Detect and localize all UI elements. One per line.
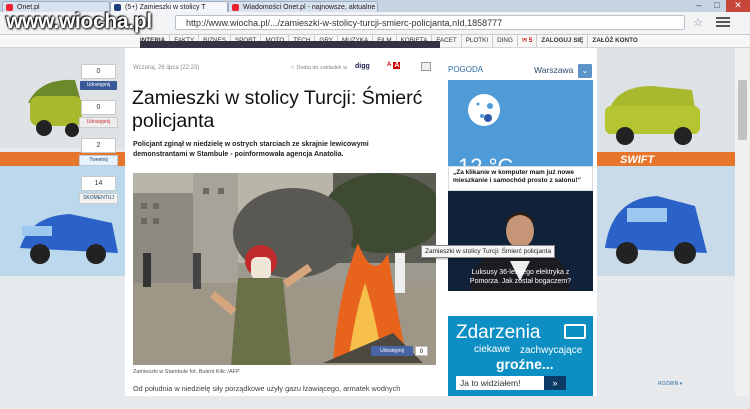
scrollbar-thumb[interactable] [738, 80, 747, 140]
nav-item[interactable]: DING [493, 35, 518, 47]
onet-favicon-icon [232, 4, 239, 11]
article-date: Wczoraj, 26 lipca (22:23) [133, 65, 200, 71]
ad-zdarzenia[interactable]: Zdarzenia ciekawe zachwycające groźne...… [448, 316, 593, 396]
camera-icon [564, 324, 586, 339]
photo-share-count: 0 [415, 346, 428, 356]
gplus-count: 0 [81, 100, 116, 115]
ad2-title: Zdarzenia [456, 322, 541, 343]
article-lead: Policjant zginął w niedzielę w ostrych s… [133, 141, 369, 158]
maximize-icon[interactable]: □ [708, 0, 726, 12]
ad2-arrow-icon[interactable]: » [544, 376, 566, 390]
article-body: Od południa w niedzielę siły porządkowe … [133, 384, 401, 393]
minimize-icon[interactable]: – [690, 0, 708, 12]
ad-caption[interactable]: Luksusy 36-letniego elektryka z Pomorza.… [458, 268, 583, 286]
city-select-value[interactable]: Warszawa [534, 65, 573, 75]
comment-button[interactable]: SKOMENTUJ [79, 193, 118, 204]
ad-headline[interactable]: „Za klikanie w komputer mam już nowe mie… [448, 166, 593, 191]
nav-item[interactable]: PLOTKI [462, 35, 494, 47]
comments-count: 14 [81, 176, 116, 191]
print-icon[interactable] [421, 62, 431, 71]
mail-count: 5 [528, 37, 533, 44]
browser-menu-icon[interactable] [716, 15, 730, 27]
watermark-logo: www.wiocha.pl [6, 10, 152, 33]
article-title: Zamieszki w stolicy Turcji: Śmierć polic… [132, 87, 423, 132]
facebook-share-button[interactable]: Udostępnij [80, 81, 117, 90]
close-icon[interactable]: ✕ [726, 0, 750, 12]
tweet-button[interactable]: Tweetnij [79, 155, 118, 166]
share-widget: 0 Udostępnij 0 Udostępnij 2 Tweetnij 14 … [77, 64, 120, 214]
bookmark-label: Dodaj do zakładek w [296, 65, 348, 71]
weather-widget[interactable]: 12 °C [448, 80, 593, 175]
chevron-down-icon[interactable]: ⌄ [578, 64, 592, 78]
bookmark-link[interactable]: ☆ Dodaj do zakładek w [290, 65, 347, 71]
mail-icon[interactable]: ✉ 5 [518, 35, 538, 47]
ad2-word-ciekawe: ciekawe [474, 344, 511, 355]
page-bottom [0, 396, 750, 409]
swift-label: SWIFT [620, 154, 655, 166]
link-tooltip: Zamieszki w stolicy Turcji: Śmierć polic… [421, 245, 556, 258]
ad2-word-zachwycajace: zachwycające [520, 345, 583, 356]
window-controls: – □ ✕ [690, 0, 750, 12]
tab-wiadomosci[interactable]: Wiadomości Onet.pl - najnowsze, aktualne [228, 1, 378, 12]
register-link[interactable]: ZAŁÓŻ KONTO [588, 35, 641, 47]
car-ads-right [597, 48, 750, 276]
url-field[interactable]: http://www.wiocha.pl/.../zamieszki-w-sto… [175, 15, 685, 30]
weather-title: POGODA [448, 65, 484, 74]
facebook-count: 0 [81, 64, 116, 79]
twitter-count: 2 [81, 138, 116, 153]
ad2-word-grozne: groźne... [496, 356, 554, 372]
top-banner-strip [140, 41, 440, 48]
gplus-share-button[interactable]: Udostępnij [79, 117, 118, 128]
photo-share-button[interactable]: Udostępnij [371, 346, 413, 356]
right-skin-ad[interactable] [597, 48, 750, 409]
riot-photo [133, 173, 436, 365]
ad2-cta-button[interactable]: Ja to widziałem! [456, 376, 544, 390]
expand-link[interactable]: ROZWIŃ ▾ [658, 381, 682, 387]
font-small-button[interactable]: A [386, 62, 392, 69]
tab-label: Wiadomości Onet.pl - najnowsze, aktualne [243, 4, 376, 11]
font-size-controls: A A [386, 62, 401, 69]
login-link[interactable]: ZALOGUJ SIĘ [537, 35, 589, 47]
photo-caption: Zamieszki w Stambule fot. Bulent Kilic /… [133, 369, 240, 375]
font-large-button[interactable]: A [393, 62, 401, 69]
digg-logo[interactable]: digg [355, 63, 370, 70]
article-photo [133, 173, 436, 365]
bookmark-star-icon[interactable]: ☆ [693, 16, 703, 29]
